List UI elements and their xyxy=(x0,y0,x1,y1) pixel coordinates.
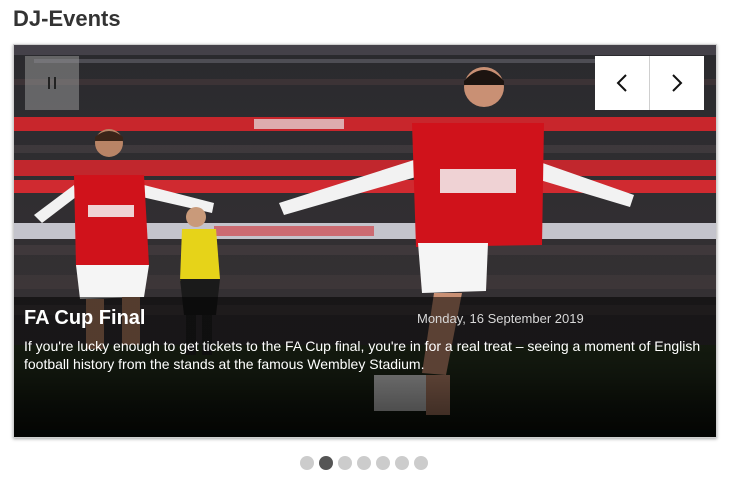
previous-slide-button[interactable] xyxy=(595,56,650,110)
pause-button[interactable] xyxy=(25,56,79,110)
pause-icon xyxy=(48,77,56,89)
next-slide-button[interactable] xyxy=(650,56,704,110)
slider-pagination xyxy=(300,456,428,470)
pagination-dot[interactable] xyxy=(414,456,428,470)
pagination-dot[interactable] xyxy=(338,456,352,470)
chevron-right-icon xyxy=(672,74,683,92)
pagination-dot[interactable] xyxy=(319,456,333,470)
pagination-dot[interactable] xyxy=(395,456,409,470)
chevron-left-icon xyxy=(616,74,627,92)
slide-title: FA Cup Final xyxy=(24,307,146,329)
pagination-dot[interactable] xyxy=(376,456,390,470)
pagination-dot[interactable] xyxy=(300,456,314,470)
page-title: DJ-Events xyxy=(13,6,121,31)
slide-description: If you're lucky enough to get tickets to… xyxy=(24,338,701,372)
image-slider: FA Cup Final Monday, 16 September 2019 I… xyxy=(13,44,717,438)
slide-date: Monday, 16 September 2019 xyxy=(417,311,584,326)
slide-caption: FA Cup Final Monday, 16 September 2019 I… xyxy=(14,297,716,437)
pagination-dot[interactable] xyxy=(357,456,371,470)
